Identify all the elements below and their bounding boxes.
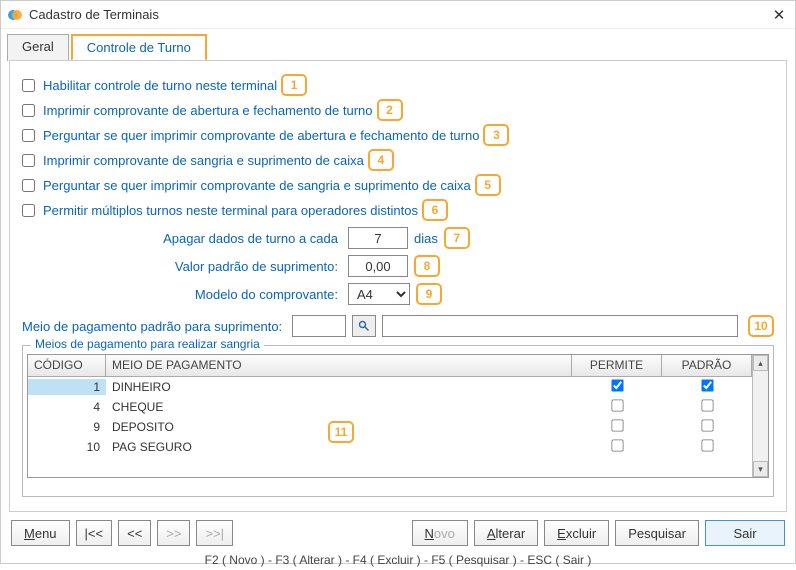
lbl-imprimir-turno: Imprimir comprovante de abertura e fecha… bbox=[43, 103, 373, 118]
lbl-dias: dias bbox=[414, 231, 438, 246]
lbl-meio-pagamento: Meio de pagamento padrão para suprimento… bbox=[22, 319, 286, 334]
col-codigo[interactable]: CÓDIGO bbox=[28, 355, 106, 376]
table-row[interactable]: 9DEPOSITO bbox=[28, 417, 752, 437]
chk-padrao[interactable] bbox=[701, 399, 713, 411]
lbl-apagar: Apagar dados de turno a cada bbox=[22, 231, 342, 246]
search-icon bbox=[358, 320, 370, 332]
chk-perguntar-turno[interactable] bbox=[22, 129, 35, 142]
close-icon[interactable]: ✕ bbox=[769, 6, 789, 24]
lbl-imprimir-sangria: Imprimir comprovante de sangria e suprim… bbox=[43, 153, 364, 168]
grid-header: CÓDIGO MEIO DE PAGAMENTO PERMITE PADRÃO bbox=[28, 355, 752, 377]
novo-button[interactable]: Novo bbox=[412, 520, 468, 546]
chk-permite[interactable] bbox=[611, 419, 623, 431]
chk-padrao[interactable] bbox=[701, 379, 713, 391]
tab-geral[interactable]: Geral bbox=[7, 34, 69, 61]
tab-controle-turno[interactable]: Controle de Turno bbox=[71, 34, 207, 61]
pesquisar-button[interactable]: Pesquisar bbox=[615, 520, 699, 546]
first-button[interactable]: |<< bbox=[76, 520, 113, 546]
group-title: Meios de pagamento para realizar sangria bbox=[31, 337, 264, 351]
menu-button[interactable]: Menu bbox=[11, 520, 70, 546]
badge-5: 5 bbox=[475, 174, 501, 196]
lbl-habilitar: Habilitar controle de turno neste termin… bbox=[43, 78, 277, 93]
chk-multiplos[interactable] bbox=[22, 204, 35, 217]
button-bar: Menu |<< << >> >>| Novo Alterar Excluir … bbox=[1, 516, 795, 550]
chk-padrao[interactable] bbox=[701, 439, 713, 451]
window-title: Cadastro de Terminais bbox=[29, 7, 159, 22]
col-padrao[interactable]: PADRÃO bbox=[662, 355, 752, 376]
chk-habilitar[interactable] bbox=[22, 79, 35, 92]
lbl-valor: Valor padrão de suprimento: bbox=[22, 259, 342, 274]
cell-code: 9 bbox=[28, 419, 106, 435]
badge-1: 1 bbox=[281, 74, 307, 96]
input-apagar-dias[interactable] bbox=[348, 227, 408, 249]
group-meios-sangria: Meios de pagamento para realizar sangria… bbox=[22, 345, 774, 497]
scroll-track[interactable] bbox=[753, 371, 768, 461]
app-icon bbox=[7, 7, 23, 23]
status-bar: F2 ( Novo ) - F3 ( Alterar ) - F4 ( Excl… bbox=[1, 550, 795, 570]
badge-2: 2 bbox=[377, 99, 403, 121]
input-meio-desc[interactable] bbox=[382, 315, 738, 337]
alterar-button[interactable]: Alterar bbox=[474, 520, 538, 546]
excluir-button[interactable]: Excluir bbox=[544, 520, 609, 546]
grid-meios: CÓDIGO MEIO DE PAGAMENTO PERMITE PADRÃO … bbox=[27, 354, 769, 478]
badge-7: 7 bbox=[444, 227, 470, 249]
scroll-up-icon[interactable]: ▴ bbox=[753, 355, 768, 371]
lbl-perguntar-sangria: Perguntar se quer imprimir comprovante d… bbox=[43, 178, 471, 193]
badge-9: 9 bbox=[416, 283, 442, 305]
badge-6: 6 bbox=[422, 199, 448, 221]
search-button[interactable] bbox=[352, 315, 376, 337]
chk-padrao[interactable] bbox=[701, 419, 713, 431]
chk-permite[interactable] bbox=[611, 439, 623, 451]
title-bar: Cadastro de Terminais ✕ bbox=[1, 1, 795, 29]
scrollbar[interactable]: ▴ ▾ bbox=[752, 355, 768, 477]
sair-button[interactable]: Sair bbox=[705, 520, 785, 546]
chk-permite[interactable] bbox=[611, 379, 623, 391]
lbl-multiplos: Permitir múltiplos turnos neste terminal… bbox=[43, 203, 418, 218]
input-meio-code[interactable] bbox=[292, 315, 346, 337]
lbl-modelo: Modelo do comprovante: bbox=[22, 287, 342, 302]
chk-permite[interactable] bbox=[611, 399, 623, 411]
input-valor-suprimento[interactable] bbox=[348, 255, 408, 277]
chk-imprimir-turno[interactable] bbox=[22, 104, 35, 117]
col-permite[interactable]: PERMITE bbox=[572, 355, 662, 376]
next-button[interactable]: >> bbox=[157, 520, 190, 546]
cell-code: 1 bbox=[28, 379, 106, 395]
table-row[interactable]: 1DINHEIRO bbox=[28, 377, 752, 397]
cell-name: DINHEIRO bbox=[106, 379, 572, 395]
lbl-perguntar-turno: Perguntar se quer imprimir comprovante d… bbox=[43, 128, 479, 143]
last-button[interactable]: >>| bbox=[196, 520, 233, 546]
chk-perguntar-sangria[interactable] bbox=[22, 179, 35, 192]
cell-name: CHEQUE bbox=[106, 399, 572, 415]
tab-panel: Habilitar controle de turno neste termin… bbox=[9, 60, 787, 512]
select-modelo-comprovante[interactable]: A4 bbox=[348, 283, 410, 305]
badge-11: 11 bbox=[328, 421, 354, 443]
badge-3: 3 bbox=[483, 124, 509, 146]
prev-button[interactable]: << bbox=[118, 520, 151, 546]
table-row[interactable]: 4CHEQUE bbox=[28, 397, 752, 417]
cell-code: 10 bbox=[28, 439, 106, 455]
tabs: Geral Controle de Turno bbox=[1, 29, 795, 60]
scroll-down-icon[interactable]: ▾ bbox=[753, 461, 768, 477]
badge-8: 8 bbox=[414, 255, 440, 277]
col-meio[interactable]: MEIO DE PAGAMENTO bbox=[106, 355, 572, 376]
table-row[interactable]: 10PAG SEGURO bbox=[28, 437, 752, 457]
chk-imprimir-sangria[interactable] bbox=[22, 154, 35, 167]
badge-4: 4 bbox=[368, 149, 394, 171]
cell-code: 4 bbox=[28, 399, 106, 415]
badge-10: 10 bbox=[748, 315, 774, 337]
